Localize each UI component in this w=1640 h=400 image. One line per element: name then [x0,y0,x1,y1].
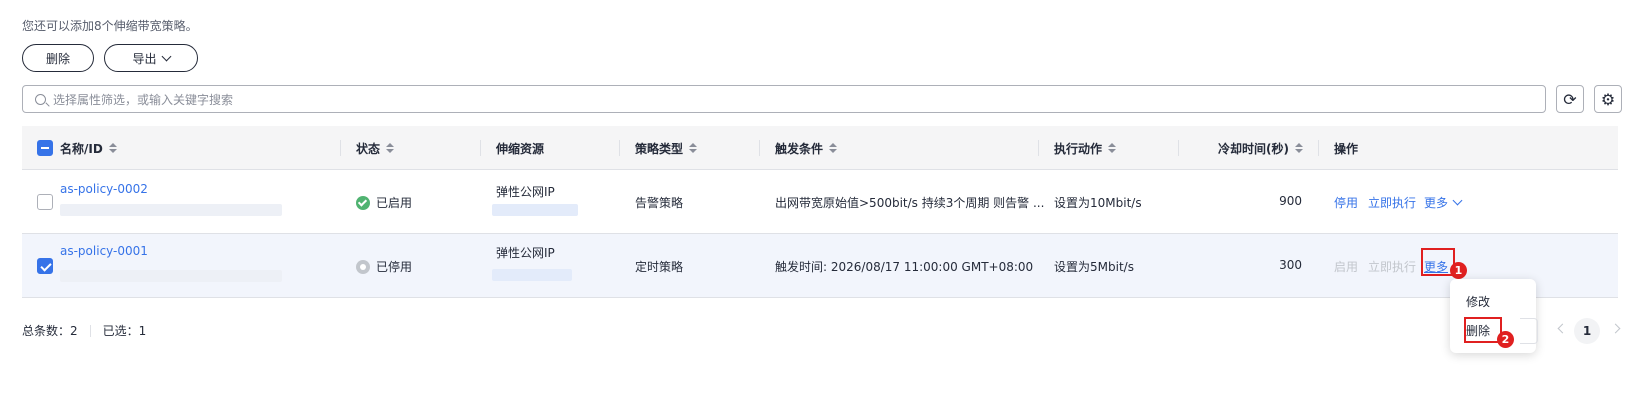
cooldown-value: 900 [1279,194,1302,208]
column-header-action[interactable]: 执行动作 [1054,126,1117,170]
status-text: 已启用 [376,196,413,210]
row-checkbox[interactable] [37,194,53,210]
search-input[interactable]: 选择属性筛选，或输入关键字搜索 [22,85,1546,113]
refresh-icon: ⟳ [1563,89,1577,109]
sort-icon [386,143,395,153]
policy-id-redacted [60,204,282,216]
chevron-down-icon [1452,195,1463,206]
column-header-cooldown[interactable]: 冷却时间(秒) [1218,126,1303,170]
resource-id-redacted [492,269,572,281]
delete-button[interactable]: 删除 [22,44,94,72]
quota-tip: 您还可以添加8个伸缩带宽策略。 [22,19,198,33]
resource-id-redacted [492,204,578,216]
footer-divider [89,324,91,337]
trigger-condition: 出网带宽原始值>500bit/s 持续3个周期 则告警 ... [775,196,1045,210]
column-name-label: 名称/ID [60,141,103,156]
sort-icon [1108,143,1117,153]
page-number-current[interactable]: 1 [1574,318,1600,344]
resource-type: 弹性公网IP [496,185,555,199]
column-divider [619,140,620,156]
status-text: 已停用 [376,260,413,274]
column-operations-label: 操作 [1334,141,1359,156]
table-row: as-policy-0001 已停用 弹性公网IP 定时策略 触发时间: 202… [22,234,1618,298]
annotation-badge-2: 2 [1497,331,1514,348]
search-placeholder: 选择属性筛选，或输入关键字搜索 [53,92,234,107]
column-header-resource: 伸缩资源 [496,126,544,170]
action-value: 设置为5Mbit/s [1054,260,1134,274]
policy-id-redacted [60,270,282,282]
export-button-label: 导出 [132,51,157,66]
settings-button[interactable]: ⚙ [1594,85,1622,113]
status-cell: 已启用 [356,194,412,211]
column-policy-type-label: 策略类型 [635,141,684,156]
chevron-left-icon[interactable] [1557,323,1568,334]
chevron-down-icon [161,51,171,61]
trigger-condition: 触发时间: 2026/08/17 11:00:00 GMT+08:00 [775,260,1034,274]
resource-type: 弹性公网IP [496,246,555,260]
delete-button-label: 删除 [45,51,70,66]
column-divider [340,140,341,156]
select-all-checkbox[interactable] [37,140,53,156]
column-divider [1178,140,1179,156]
column-resource-label: 伸缩资源 [496,141,545,156]
sort-icon [689,143,698,153]
column-divider [1038,140,1039,156]
column-status-label: 状态 [356,141,381,156]
table-row: as-policy-0002 已启用 弹性公网IP 告警策略 出网带宽原始值>5… [22,170,1618,234]
column-divider [1318,140,1319,156]
column-header-name[interactable]: 名称/ID [60,126,117,170]
more-dropdown[interactable]: 更多 [1424,194,1463,211]
annotation-badge-1: 1 [1450,262,1467,279]
enable-link: 启用 [1334,260,1359,274]
column-header-trigger[interactable]: 触发条件 [775,126,838,170]
column-header-operations: 操作 [1334,126,1358,170]
column-header-status[interactable]: 状态 [356,126,395,170]
execute-now-link[interactable]: 立即执行 [1368,194,1416,211]
total-count: 总条数：2 [22,324,78,338]
chevron-right-icon[interactable] [1610,323,1621,334]
column-trigger-label: 触发条件 [775,141,824,156]
stopped-status-icon [356,259,370,274]
sort-icon [108,143,117,153]
table-footer: 总条数：2 已选：1 [22,322,146,339]
column-divider [480,140,481,156]
policy-type: 告警策略 [635,196,684,210]
policy-type: 定时策略 [635,260,684,274]
sort-icon [829,143,838,153]
more-label: 更多 [1424,196,1449,210]
search-icon [35,93,46,105]
column-cooldown-label: 冷却时间(秒) [1218,141,1289,156]
execute-now-link: 立即执行 [1368,260,1417,274]
export-button[interactable]: 导出 [104,44,198,72]
policy-name-link[interactable]: as-policy-0001 [60,244,148,258]
column-divider [759,140,760,156]
cooldown-value: 300 [1279,258,1302,272]
disable-link[interactable]: 停用 [1334,194,1358,211]
sort-icon [1294,143,1303,153]
selected-count: 已选：1 [102,324,147,338]
gear-icon: ⚙ [1600,89,1616,109]
menu-item-modify[interactable]: 修改 [1466,293,1490,310]
column-header-policy-type[interactable]: 策略类型 [635,126,698,170]
refresh-button[interactable]: ⟳ [1556,85,1584,113]
status-cell: 已停用 [356,258,412,275]
action-value: 设置为10Mbit/s [1054,196,1142,210]
row-checkbox[interactable] [37,258,53,274]
column-action-label: 执行动作 [1054,141,1103,156]
policy-name-link[interactable]: as-policy-0002 [60,182,148,196]
page-size-select[interactable] [1520,318,1538,344]
table-header: 名称/ID 状态 伸缩资源 策略类型 触发条件 执行动作 冷却时间(秒) 操作 [22,126,1618,170]
enabled-status-icon [356,195,370,210]
